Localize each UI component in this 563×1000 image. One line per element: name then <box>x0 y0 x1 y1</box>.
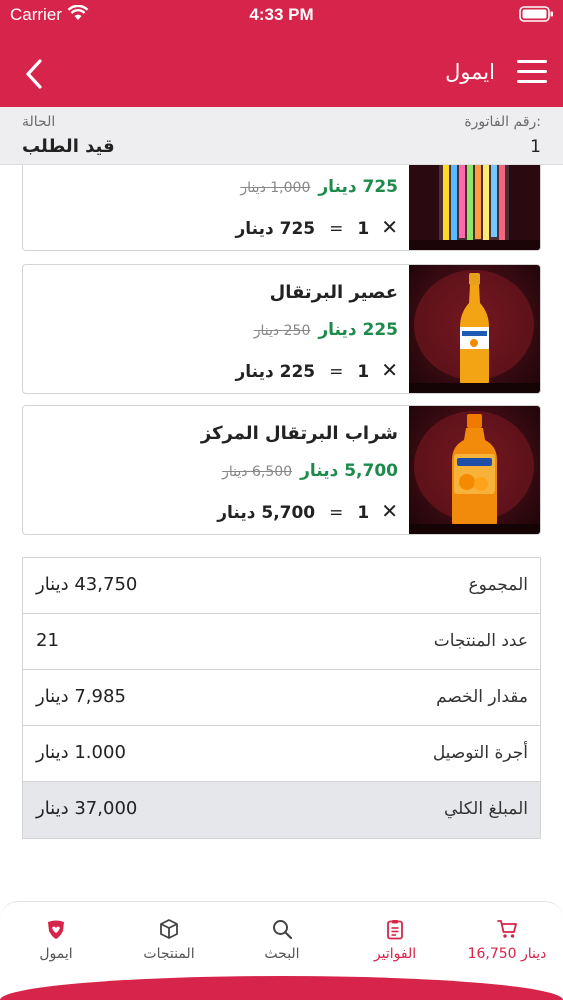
price-new: 225 دينار <box>318 320 398 340</box>
tab-search-label: البحث <box>264 946 300 962</box>
product-total: 5,700 دينار <box>217 503 316 523</box>
product-card[interactable]: 725 دينار 1,000 دينار ✕ 1 = 725 دينار <box>22 165 541 251</box>
equals-sign: = <box>329 503 344 523</box>
chevron-left-icon[interactable] <box>18 56 54 92</box>
product-price: 725 دينار 1,000 دينار <box>240 177 398 197</box>
summary-value: 21 <box>36 630 59 651</box>
status-bar: Carrier 4:33 PM <box>0 0 563 32</box>
price-new: 725 دينار <box>318 177 398 197</box>
tab-products[interactable]: المنتجات <box>113 918 225 962</box>
product-image <box>409 265 540 393</box>
equals-sign: = <box>329 219 344 239</box>
page-title: ايمول <box>445 60 495 84</box>
product-card[interactable]: شراب البرتقال المركز 5,700 دينار 6,500 دي… <box>22 405 541 535</box>
product-quantity-line: ✕ 1 = 225 دينار <box>236 358 399 382</box>
summary-row-discount: مقدار الخصم 7,985 دينار <box>23 670 540 726</box>
product-name: شراب البرتقال المركز <box>200 423 398 444</box>
battery-icon <box>519 6 553 22</box>
summary-value: 37,000 دينار <box>36 798 138 819</box>
product-quantity-line: ✕ 1 = 725 دينار <box>236 215 399 239</box>
product-image <box>409 165 540 250</box>
summary-label: أجرة التوصيل <box>432 743 528 763</box>
invoice-number-label: رقم الفاتورة: <box>464 114 541 130</box>
summary-row-subtotal: المجموع 43,750 دينار <box>23 558 540 614</box>
orange-juice-bottle-image <box>409 270 540 393</box>
product-total: 225 دينار <box>235 362 316 382</box>
times-icon: ✕ <box>381 499 398 523</box>
price-old: 6,500 دينار <box>222 464 293 480</box>
summary-value: 1.000 دينار <box>36 742 126 763</box>
summary-label: مقدار الخصم <box>436 687 528 707</box>
product-quantity-line: ✕ 1 = 5,700 دينار <box>217 499 398 523</box>
price-old: 250 دينار <box>253 323 311 339</box>
clock: 4:33 PM <box>249 5 314 24</box>
equals-sign: = <box>329 362 344 382</box>
straws-image <box>409 165 540 250</box>
times-icon: ✕ <box>381 358 398 382</box>
invoice-status-value: قيد الطلب <box>22 136 115 157</box>
tab-cart-label: 16,750 دينار <box>467 946 547 962</box>
invoice-summary-table: المجموع 43,750 دينار عدد المنتجات 21 مقد… <box>22 557 541 839</box>
orange-syrup-bottle-image <box>409 411 540 534</box>
app-logo-icon <box>48 920 64 939</box>
invoice-number-value: 1 <box>530 137 541 157</box>
product-image <box>409 406 540 534</box>
product-list[interactable]: 725 دينار 1,000 دينار ✕ 1 = 725 دينار عصير ا… <box>0 165 563 545</box>
search-icon <box>273 920 293 940</box>
price-old: 1,000 دينار <box>240 180 311 196</box>
tab-app-home[interactable]: ايمول <box>0 918 112 962</box>
invoice-icon <box>387 920 403 940</box>
product-qty: 1 <box>357 219 370 239</box>
summary-value: 43,750 دينار <box>36 574 138 595</box>
summary-label: المبلغ الكلي <box>443 799 528 819</box>
summary-label: عدد المنتجات <box>433 631 528 651</box>
cart-icon <box>497 920 517 938</box>
product-price: 5,700 دينار 6,500 دينار <box>222 461 398 481</box>
tab-cart[interactable]: 16,750 دينار <box>451 918 563 962</box>
tab-invoices-label: الفواتير <box>373 946 417 962</box>
tab-products-label: المنتجات <box>143 946 195 962</box>
summary-row-grand-total: المبلغ الكلي 37,000 دينار <box>23 782 540 838</box>
summary-label: المجموع <box>468 575 528 595</box>
product-price: 225 دينار 250 دينار <box>254 320 398 340</box>
app-header: Carrier 4:33 PM ايمول <box>0 0 563 107</box>
product-total: 725 دينار <box>235 219 316 239</box>
price-new: 5,700 دينار <box>300 461 398 481</box>
summary-row-delivery-fee: أجرة التوصيل 1.000 دينار <box>23 726 540 782</box>
times-icon: ✕ <box>381 215 398 239</box>
product-name: عصير البرتقال <box>269 282 398 303</box>
product-qty: 1 <box>357 503 370 523</box>
product-card[interactable]: عصير البرتقال 225 دينار 250 دينار ✕ 1 = 225 … <box>22 264 541 394</box>
product-qty: 1 <box>357 362 370 382</box>
summary-value: 7,985 دينار <box>36 686 126 707</box>
tab-app-home-label: ايمول <box>39 946 73 962</box>
summary-row-item-count: عدد المنتجات 21 <box>23 614 540 670</box>
tab-search[interactable]: البحث <box>226 918 338 962</box>
box-icon <box>160 919 178 939</box>
invoice-info-bar: رقم الفاتورة: 1 الحالة قيد الطلب <box>0 107 563 165</box>
hamburger-menu-icon[interactable] <box>517 60 547 88</box>
invoice-status-label: الحالة <box>22 114 56 130</box>
tab-invoices[interactable]: الفواتير <box>339 918 451 962</box>
